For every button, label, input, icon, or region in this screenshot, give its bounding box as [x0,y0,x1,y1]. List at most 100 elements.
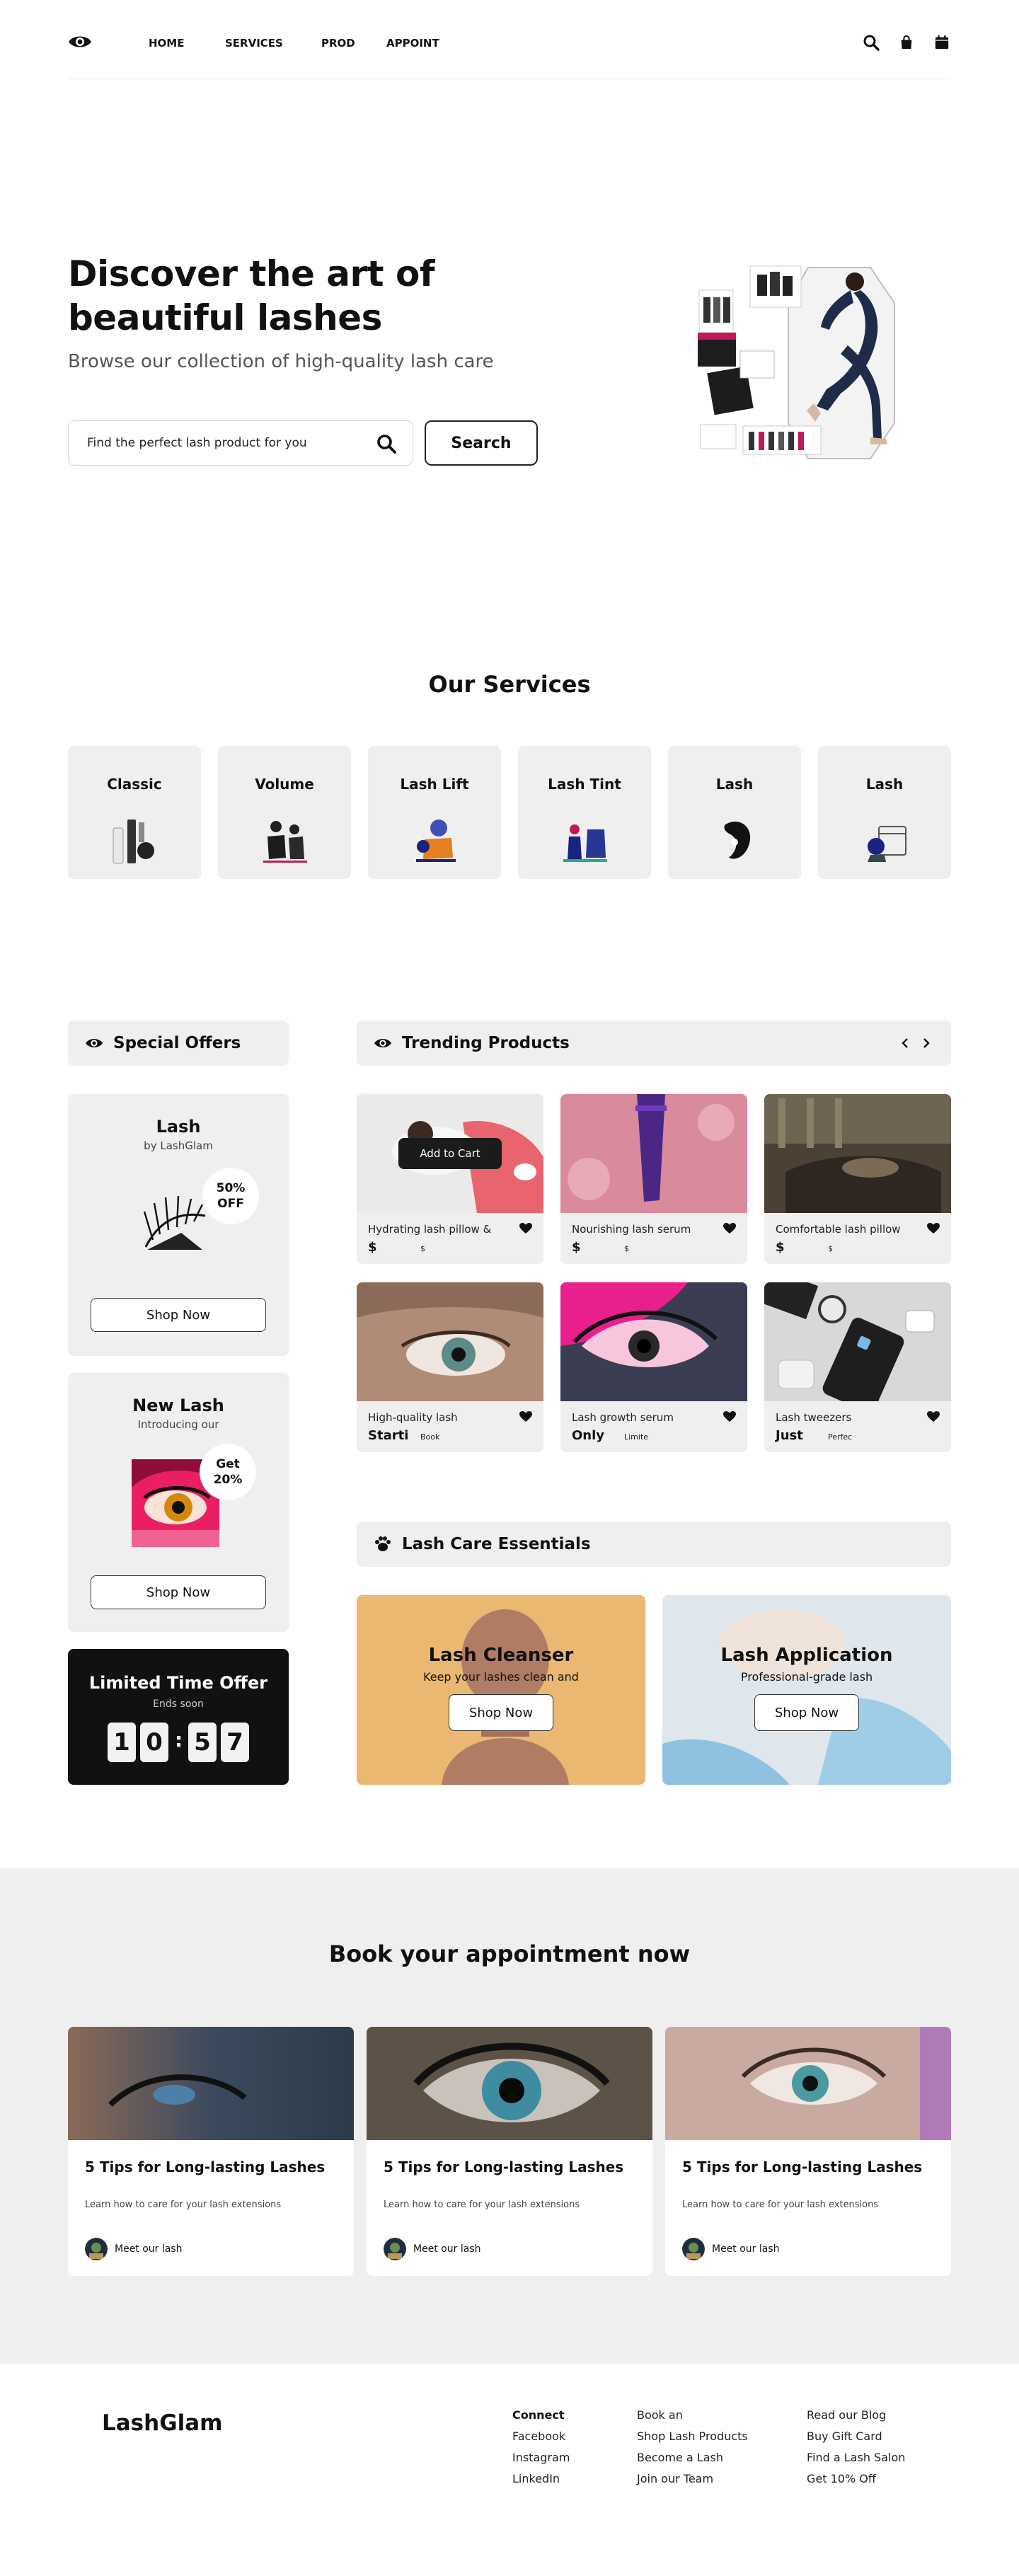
service-label: Lash [715,776,754,793]
bag-icon[interactable] [897,33,916,52]
hero-illustration [696,262,899,460]
product-price: $ [776,1240,785,1255]
lash-lift-icon [416,820,456,862]
nav-home[interactable]: HOME [149,37,225,50]
heart-icon[interactable] [723,1411,736,1422]
footer-link[interactable]: Join our Team [637,2468,748,2490]
countdown-digit: 0 [140,1723,168,1762]
add-to-cart-button[interactable]: Add to Cart [398,1138,502,1169]
essential-card-application[interactable]: Lash Application Professional-grade lash… [662,1595,951,1785]
offer-title: Lash [156,1117,201,1137]
limited-title: Limited Time Offer [88,1673,268,1693]
product-name: Hydrating lash pillow & [368,1223,492,1236]
shop-now-button[interactable]: Shop Now [91,1298,266,1332]
product-card[interactable]: Nourishing lash serum $ $ [560,1094,747,1264]
lash-face-icon [724,821,751,859]
product-card[interactable]: Add to Cart Hydrating lash pillow & $ $ [357,1094,543,1264]
service-label: Lash Tint [548,776,621,793]
lash-sketch-icon [143,1195,206,1250]
special-offers-header: Special Offers [68,1020,289,1066]
essential-image [357,1595,645,1785]
shop-now-button[interactable]: Shop Now [754,1694,859,1731]
avatar [85,2238,108,2260]
eye-icon [85,1035,103,1052]
lash-tools-icon [113,820,154,864]
product-image [357,1282,543,1401]
product-image [560,1282,747,1401]
search-icon[interactable] [862,33,880,52]
footer-heading: Connect [512,2408,565,2422]
calendar-icon[interactable] [933,33,951,52]
product-card[interactable]: High-quality lash Starti Book [357,1282,543,1452]
product-name: Lash tweezers [776,1411,852,1424]
discount-badge: 50% OFF [202,1168,259,1224]
service-label: Lash Lift [400,776,469,793]
blog-title: 5 Tips for Long-lasting Lashes [85,2158,326,2175]
nav-services[interactable]: SERVICES [225,37,321,50]
shop-now-button[interactable]: Shop Now [449,1694,553,1731]
product-card[interactable]: Lash tweezers Just Perfec [764,1282,951,1452]
blog-summary: Learn how to care for your lash extensio… [682,2200,879,2210]
hero-search-box [68,420,413,466]
trending-products-header: Trending Products [357,1020,951,1066]
product-note: Limite [624,1432,649,1442]
chevron-left-icon[interactable] [897,1020,913,1066]
chevron-right-icon[interactable] [919,1020,934,1066]
lash-calendar-icon [868,826,906,862]
product-image [560,1094,747,1213]
footer-brand: LashGlam [102,2410,223,2436]
service-card-lash-2[interactable]: Lash [818,746,951,879]
nav-prod[interactable]: PROD [321,37,386,50]
heart-icon[interactable] [927,1223,940,1234]
heart-icon[interactable] [519,1411,532,1422]
footer-column-resources: Read our Blog Buy Gift Card Find a Lash … [807,2405,905,2490]
shop-now-button[interactable]: Shop Now [91,1575,266,1609]
special-offers-title: Special Offers [113,1034,241,1052]
blog-card[interactable]: 5 Tips for Long-lasting Lashes Learn how… [367,2027,652,2276]
lash-care-essentials-header: Lash Care Essentials [357,1522,951,1567]
eye-logo-icon[interactable] [68,34,92,50]
footer-link[interactable]: Book an [637,2405,748,2426]
product-card[interactable]: Lash growth serum Only Limite [560,1282,747,1452]
search-input[interactable] [87,421,370,465]
service-card-volume[interactable]: Volume [218,746,351,879]
product-price: $ [572,1240,581,1255]
service-card-lash-lift[interactable]: Lash Lift [368,746,501,879]
footer-link[interactable]: Instagram [512,2447,570,2468]
heart-icon[interactable] [519,1223,532,1234]
blog-card[interactable]: 5 Tips for Long-lasting Lashes Learn how… [665,2027,951,2276]
product-price: $ [368,1240,377,1255]
blog-card[interactable]: 5 Tips for Long-lasting Lashes Learn how… [68,2027,354,2276]
footer-column-connect: Connect Facebook Instagram LinkedIn [512,2405,570,2490]
footer-link[interactable]: Read our Blog [807,2405,905,2426]
footer-link[interactable]: Get 10% Off [807,2468,905,2490]
hero-title: Discover the art of beautiful lashes [68,253,435,338]
footer-link[interactable]: Facebook [512,2426,570,2447]
product-card[interactable]: Comfortable lash pillow $ $ [764,1094,951,1264]
footer-link[interactable]: Become a Lash [637,2447,748,2468]
trending-products-title: Trending Products [402,1034,570,1052]
search-icon[interactable] [376,433,397,454]
essential-title: Lash Application [720,1645,893,1666]
offer-card-lash: Lash by LashGlam 50% OFF Shop Now [68,1094,289,1356]
nav-appoint[interactable]: APPOINT [386,37,439,50]
service-card-classic[interactable]: Classic [68,746,201,879]
footer-link[interactable]: Find a Lash Salon [807,2447,905,2468]
product-image [764,1094,951,1213]
heart-icon[interactable] [723,1223,736,1234]
footer-link[interactable]: LinkedIn [512,2468,570,2490]
search-button[interactable]: Search [425,420,538,466]
blog-author: Meet our lash [712,2243,780,2255]
footer-link[interactable]: Buy Gift Card [807,2426,905,2447]
heart-icon[interactable] [927,1411,940,1422]
lash-tint-icon [563,824,607,862]
service-card-lash[interactable]: Lash [668,746,801,879]
countdown-digit: 1 [108,1723,136,1762]
footer-link[interactable]: Shop Lash Products [637,2426,748,2447]
essential-card-cleanser[interactable]: Lash Cleanser Keep your lashes clean and… [357,1595,645,1785]
service-card-lash-tint[interactable]: Lash Tint [518,746,651,879]
essential-image [662,1595,951,1785]
offer-subtitle: by LashGlam [144,1139,213,1152]
blog-title: 5 Tips for Long-lasting Lashes [682,2158,923,2175]
product-note: $ [828,1244,833,1253]
